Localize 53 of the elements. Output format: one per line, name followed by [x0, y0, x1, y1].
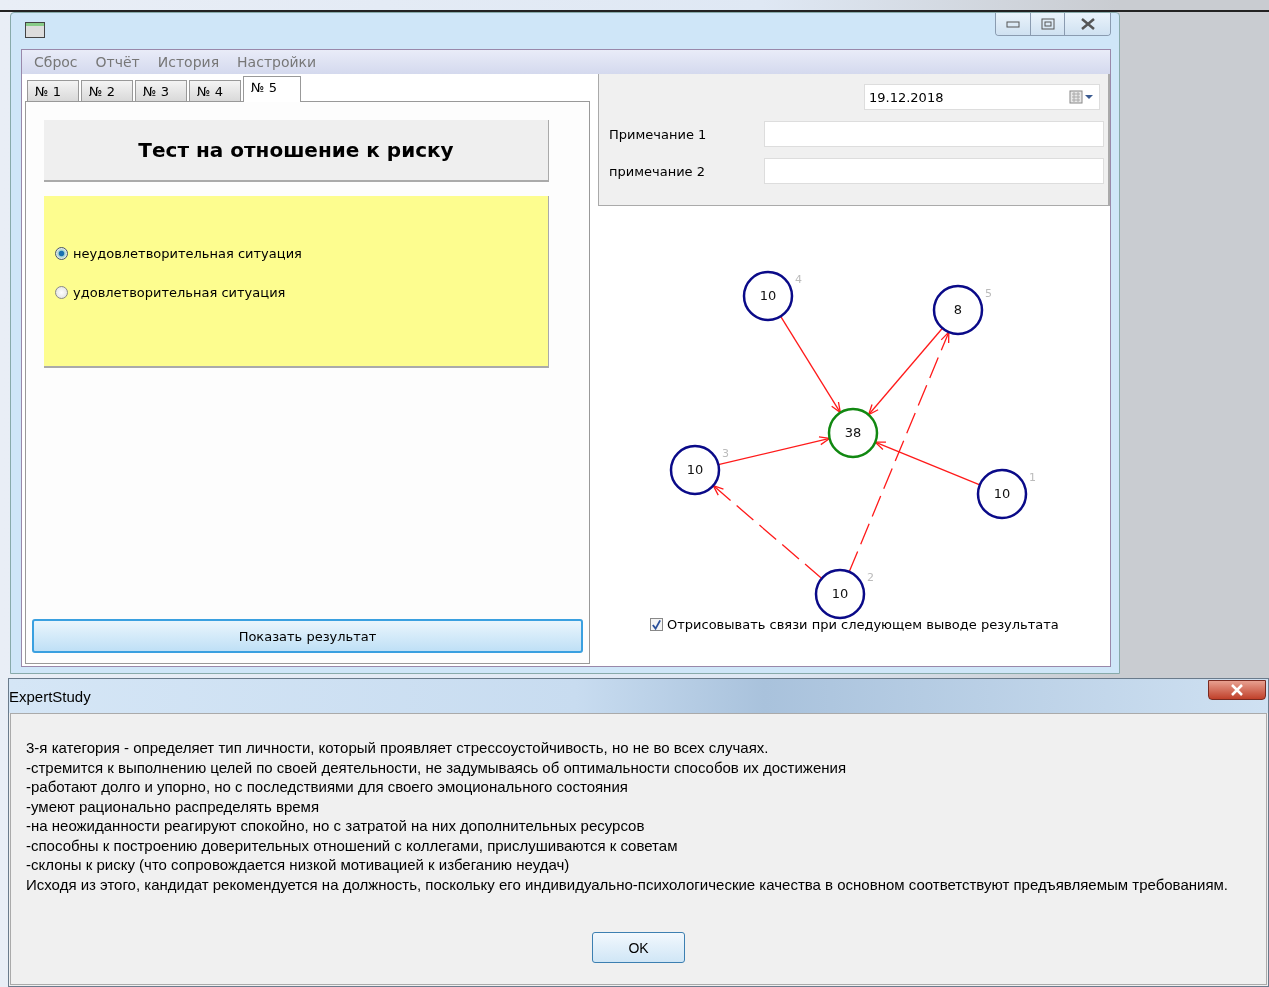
tab[interactable]: № 3	[135, 80, 187, 101]
close-icon	[1079, 18, 1096, 30]
ok-button[interactable]: OK	[592, 932, 685, 963]
node-value: 38	[844, 425, 862, 440]
node-number: 1	[1029, 471, 1036, 484]
node-number: 5	[985, 287, 992, 300]
calendar-dropdown-icon	[1069, 90, 1095, 104]
dialog-title: ExpertStudy	[9, 687, 91, 705]
node-number: 2	[867, 571, 874, 584]
checkbox[interactable]	[650, 618, 663, 631]
radio-button[interactable]	[55, 247, 68, 260]
tab[interactable]: № 4	[189, 80, 241, 101]
checkbox-label: Отрисовывать связи при следующем выводе результата	[667, 617, 1059, 632]
message-line: -способны к построению доверительных отношений с коллегами, прислушиваются к советам	[26, 835, 679, 855]
node-value: 10	[831, 586, 849, 601]
field-label: Примечание 1	[609, 126, 708, 142]
radio-label: неудовлетворительная ситуация	[73, 246, 302, 261]
test-title: Тест на отношение к риску	[44, 120, 549, 182]
node-number: 4	[795, 273, 802, 286]
note-field[interactable]	[764, 158, 1104, 184]
message-line: Исходя из этого, кандидат рекомендуется на должность, поскольку его индивидуально-психологические качества в основном соответствуют предъявляемым требованиям.	[26, 874, 1229, 894]
menu-item[interactable]: Сброс	[34, 54, 78, 70]
minimize-button[interactable]	[996, 13, 1030, 35]
field-label: примечание 2	[609, 163, 706, 179]
message-line: -на неожиданности реагируют спокойно, но с затратой на них дополнительных ресурсов	[26, 816, 646, 836]
maximize-button[interactable]	[1030, 13, 1064, 35]
tab[interactable]: № 1	[27, 80, 79, 101]
message-line: -стремится к выполнению целей по своей деятельности, не задумываясь об оптимальности способов их достижения	[26, 757, 848, 777]
node-value: 8	[953, 302, 963, 317]
minimize-icon	[1006, 20, 1020, 28]
message-line: -умеют рационально распределять время	[26, 796, 320, 816]
maximize-icon	[1040, 18, 1055, 30]
node-value: 10	[993, 486, 1011, 501]
tab[interactable]: № 2	[81, 80, 133, 101]
radio-label: удовлетворительная ситуация	[73, 285, 286, 300]
node-value: 10	[686, 462, 704, 477]
show-result-button[interactable]: Показать результат	[32, 619, 583, 653]
note-field[interactable]	[764, 121, 1104, 147]
close-icon	[1230, 684, 1244, 696]
menu-item[interactable]: Настройки	[237, 54, 317, 70]
close-button[interactable]	[1208, 680, 1266, 700]
message-line: -работают долго и упорно, но с последствиями для своего эмоционального состояния	[26, 777, 629, 797]
close-button[interactable]	[1064, 13, 1110, 35]
menu-item[interactable]: История	[157, 54, 220, 70]
tab[interactable]: № 5	[243, 76, 301, 102]
date-field[interactable]: 19.12.2018	[864, 84, 1100, 110]
message-line: 3-я категория - определяет тип личности, который проявляет стрессоустойчивость, но не во всех случаях.	[26, 738, 770, 758]
menu-item[interactable]: Отчёт	[95, 54, 140, 70]
node-number: 3	[722, 447, 729, 460]
node-value: 10	[759, 288, 777, 303]
message-line: -склоны к риску (что сопровождается низкой мотивацией к избеганию неудач)	[26, 855, 571, 875]
radio-button[interactable]	[55, 286, 68, 299]
window-icon	[25, 22, 45, 38]
